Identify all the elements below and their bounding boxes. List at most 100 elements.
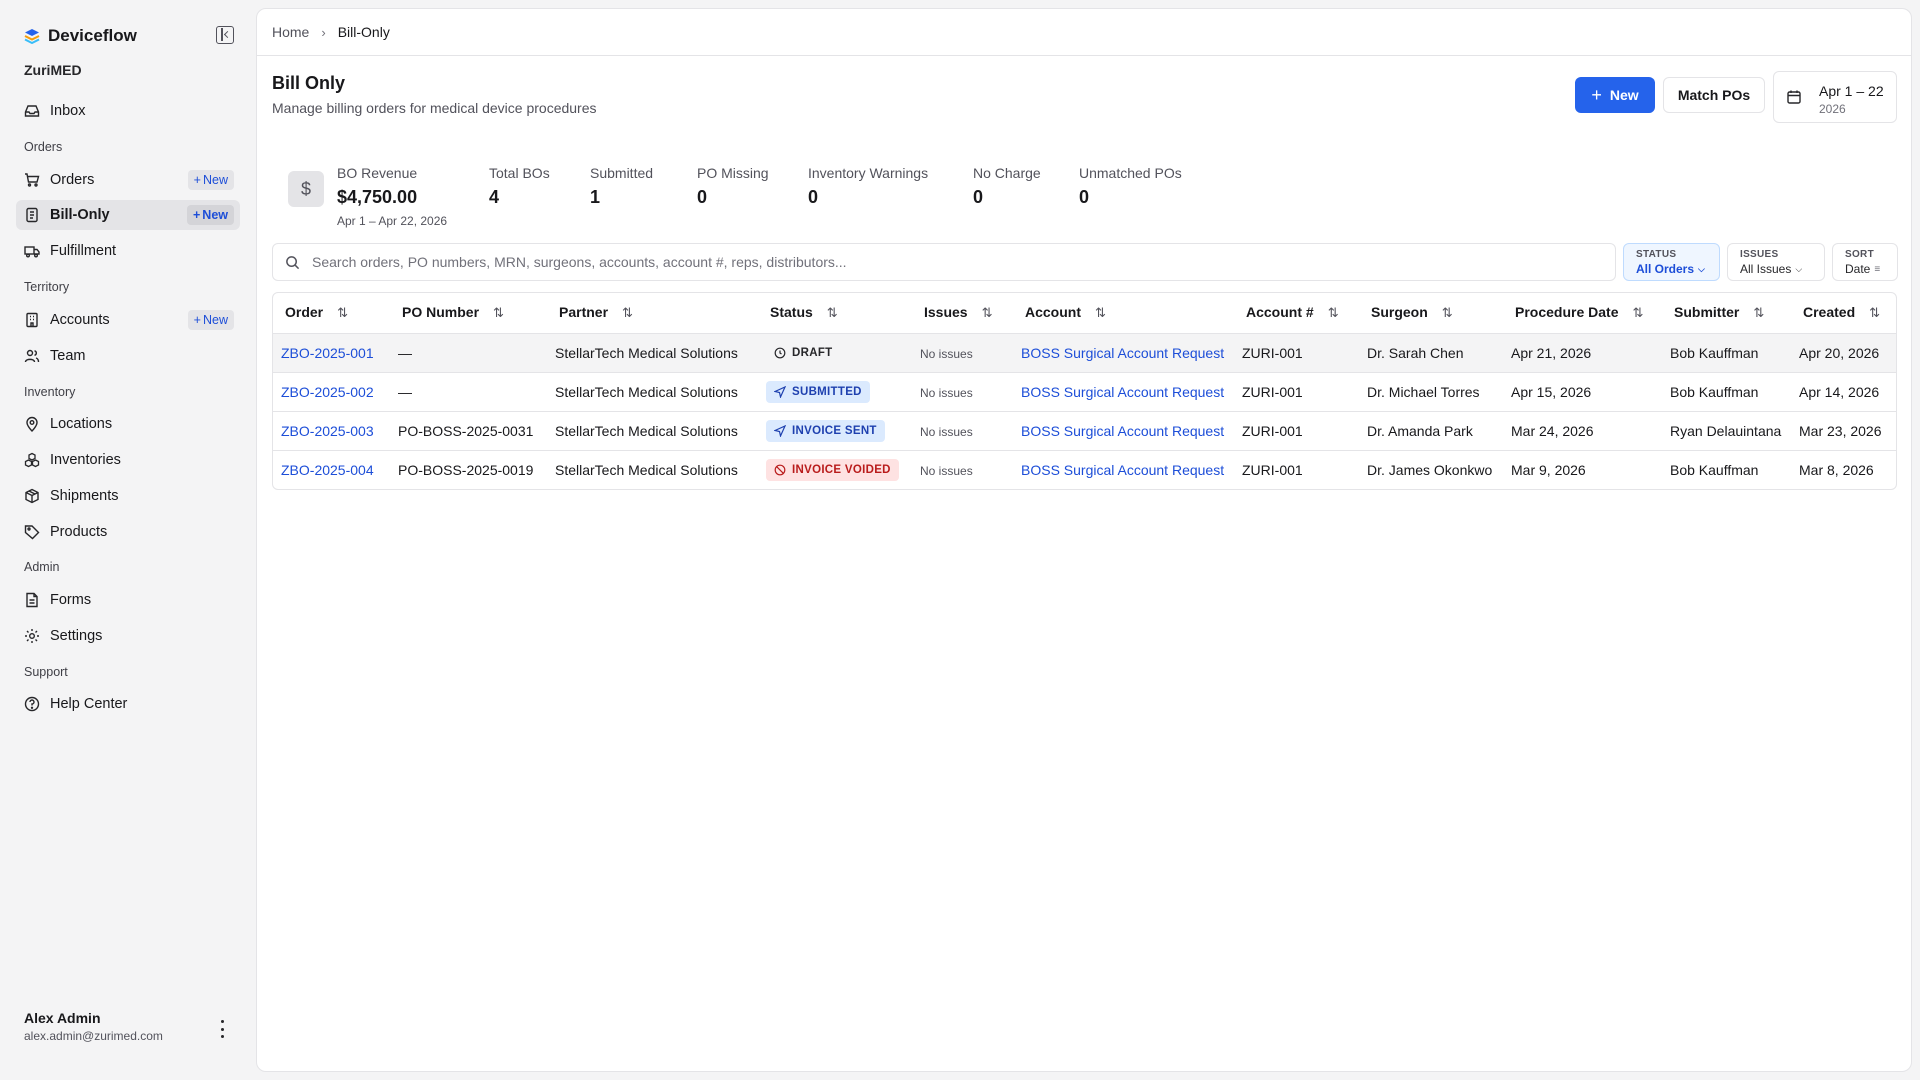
inbox-icon [24, 103, 40, 119]
truck-icon [24, 243, 40, 259]
sort-icon[interactable]: ⇅ [493, 305, 504, 321]
surgeon-cell: Dr. Michael Torres [1359, 372, 1503, 412]
sidebar-item-label: Fulfillment [50, 243, 117, 259]
match-pos-button[interactable]: Match POs [1663, 77, 1765, 113]
sidebar-item-label: Help Center [50, 696, 128, 712]
partner-cell: StellarTech Medical Solutions [555, 461, 738, 478]
column-header-po-number[interactable]: PO Number ⇅ [390, 293, 547, 334]
column-header-surgeon[interactable]: Surgeon ⇅ [1359, 293, 1503, 334]
po-number-cell: PO-BOSS-2025-0019 [398, 461, 534, 478]
sidebar-item-forms[interactable]: Forms [16, 585, 240, 615]
column-header-account[interactable]: Account ⇅ [1013, 293, 1234, 334]
stat-value: $4,750.00 [337, 187, 418, 207]
account-link[interactable]: BOSS Surgical Account Request [1021, 384, 1224, 400]
page-subtitle: Manage billing orders for medical device… [272, 100, 597, 116]
plus-icon: + [192, 208, 201, 222]
sidebar-item-accounts[interactable]: Accounts + New [16, 305, 240, 335]
package-icon [24, 488, 40, 504]
column-header-created[interactable]: Created ⇅ [1791, 293, 1896, 334]
search-input[interactable] [312, 254, 1592, 270]
sidebar-item-settings[interactable]: Settings [16, 621, 240, 651]
sort-icon[interactable]: ⇅ [1753, 305, 1764, 321]
created-cell: Apr 14, 2026 [1791, 372, 1896, 412]
sidebar-item-fulfillment[interactable]: Fulfillment [16, 236, 240, 266]
breadcrumb-current: Bill-Only [337, 24, 390, 40]
column-header-issues[interactable]: Issues ⇅ [912, 293, 1013, 334]
partner-cell: StellarTech Medical Solutions [547, 411, 758, 451]
sidebar-item-label: Settings [50, 628, 103, 644]
stat-sub: Apr 1 – Apr 22, 2026 [337, 214, 448, 228]
sidebar-item-locations[interactable]: Locations [16, 409, 240, 439]
procedure-date-cell: Mar 24, 2026 [1503, 411, 1662, 451]
status-filter[interactable]: STATUS All Orders ⌵ [1623, 243, 1720, 281]
sort-icon[interactable]: ⇅ [337, 305, 348, 321]
breadcrumb-home[interactable]: Home [272, 24, 309, 40]
table-row[interactable]: ZBO-2025-002 — StellarTech Medical Solut… [273, 372, 1896, 412]
new-order-button[interactable]: + New [187, 170, 234, 190]
account-link[interactable]: BOSS Surgical Account Request [1021, 462, 1224, 478]
sidebar-item-shipments[interactable]: Shipments [16, 481, 240, 511]
column-header-account-number[interactable]: Account # ⇅ [1234, 293, 1359, 334]
sort-icon[interactable]: ⇅ [1328, 305, 1339, 321]
breadcrumb: Home › Bill-Only [257, 9, 1911, 56]
new-bill-only-button[interactable]: + New [186, 205, 234, 225]
stat-value: 0 [808, 187, 819, 207]
date-range-picker[interactable]: Apr 1 – 22 2026 [1773, 71, 1897, 123]
date-range: Apr 1 – 22 [1819, 83, 1884, 99]
account-link[interactable]: BOSS Surgical Account Request [1021, 345, 1224, 361]
sort-desc-icon: ≡ [1874, 263, 1881, 275]
issues-cell: No issues [920, 463, 973, 478]
new-account-button[interactable]: + New [187, 310, 234, 330]
sidebar-item-bill-only[interactable]: Bill-Only + New [16, 200, 240, 230]
sidebar-item-inventories[interactable]: Inventories [16, 445, 240, 475]
sort-icon[interactable]: ⇅ [622, 305, 633, 321]
sidebar-item-orders[interactable]: Orders + New [16, 165, 240, 195]
account-link[interactable]: BOSS Surgical Account Request [1021, 423, 1224, 439]
collapse-sidebar-icon[interactable] [216, 26, 234, 44]
sidebar-item-inbox[interactable]: Inbox [16, 96, 240, 126]
sort-control[interactable]: SORT Date ≡ [1832, 243, 1898, 281]
created-cell: Apr 20, 2026 [1791, 333, 1896, 373]
date-year: 2026 [1819, 102, 1846, 116]
map-pin-icon [24, 416, 40, 432]
sidebar-item-label: Bill-Only [50, 207, 110, 223]
column-header-procedure-date[interactable]: Procedure Date ⇅ [1503, 293, 1662, 334]
brand[interactable]: Deviceflow [24, 26, 137, 46]
stat-label: BO Revenue [337, 165, 418, 181]
order-link[interactable]: ZBO-2025-002 [281, 384, 374, 400]
sort-icon[interactable]: ⇅ [1869, 305, 1880, 321]
issues-filter[interactable]: ISSUES All Issues ⌵ [1727, 243, 1825, 281]
sort-icon[interactable]: ⇅ [1632, 305, 1643, 321]
sort-icon[interactable]: ⇅ [1095, 305, 1106, 321]
sidebar-item-team[interactable]: Team [16, 341, 240, 371]
stat-label: PO Missing [697, 165, 769, 181]
procedure-date-cell: Apr 15, 2026 [1503, 372, 1662, 412]
account-number-cell: ZURI-001 [1234, 411, 1359, 451]
sort-icon[interactable]: ⇅ [827, 305, 838, 321]
column-header-order[interactable]: Order ⇅ [273, 293, 390, 334]
org-name[interactable]: ZuriMED [24, 62, 82, 78]
sort-icon[interactable]: ⇅ [1442, 305, 1453, 321]
table-row[interactable]: ZBO-2025-004 PO-BOSS-2025-0019 StellarTe… [273, 450, 1896, 489]
order-link[interactable]: ZBO-2025-003 [281, 423, 374, 439]
user-profile[interactable]: Alex Admin alex.admin@zurimed.com [24, 1010, 163, 1043]
sidebar-item-products[interactable]: Products [16, 517, 240, 547]
column-header-submitter[interactable]: Submitter ⇅ [1662, 293, 1791, 334]
po-number-cell: — [390, 372, 547, 412]
sort-icon[interactable]: ⇅ [982, 305, 993, 321]
table-row[interactable]: ZBO-2025-001 — StellarTech Medical Solut… [273, 333, 1896, 373]
created-cell: Mar 8, 2026 [1799, 461, 1874, 478]
new-bill-only-primary-button[interactable]: + New [1575, 77, 1655, 113]
procedure-date-cell: Mar 9, 2026 [1511, 461, 1586, 478]
column-header-partner[interactable]: Partner ⇅ [547, 293, 758, 334]
more-vertical-icon[interactable] [218, 1020, 226, 1038]
po-number-cell: PO-BOSS-2025-0031 [390, 411, 547, 451]
send-icon [774, 385, 786, 398]
sidebar-item-label: Products [50, 524, 108, 540]
table-row[interactable]: ZBO-2025-003 PO-BOSS-2025-0031 StellarTe… [273, 411, 1896, 451]
sidebar-item-help-center[interactable]: Help Center [16, 689, 240, 719]
order-link[interactable]: ZBO-2025-001 [281, 345, 374, 361]
submitter-cell: Bob Kauffman [1662, 372, 1791, 412]
order-link[interactable]: ZBO-2025-004 [281, 462, 374, 478]
column-header-status[interactable]: Status ⇅ [758, 293, 912, 334]
